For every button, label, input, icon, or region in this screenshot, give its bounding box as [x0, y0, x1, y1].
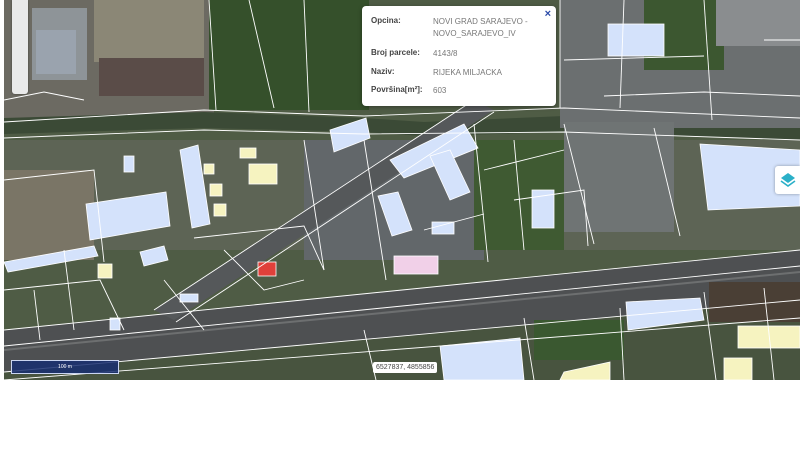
- open-lot: [94, 0, 204, 62]
- building[interactable]: [607, 23, 665, 57]
- coordinate-readout: 6527837, 4855856: [373, 362, 438, 373]
- building[interactable]: [209, 183, 223, 197]
- building[interactable]: [239, 147, 257, 159]
- popup-label: Površina[m²]:: [371, 85, 423, 94]
- vegetation-area: [209, 0, 369, 110]
- popup-row-broj-parcele: Broj parcele: 4143/8: [371, 48, 457, 60]
- commercial-block: [564, 122, 674, 232]
- building[interactable]: [723, 357, 753, 380]
- parking-lot: [716, 0, 800, 46]
- roof-panel: [36, 30, 76, 74]
- close-icon[interactable]: ×: [545, 8, 551, 20]
- layers-icon: [780, 173, 795, 187]
- scale-bar: 100 m: [11, 360, 119, 374]
- popup-value: NOVI GRAD SARAJEVO - NOVO_SARAJEVO_IV: [433, 17, 528, 38]
- brown-roof: [709, 282, 800, 322]
- building[interactable]: [179, 293, 199, 303]
- popup-value: 4143/8: [433, 49, 458, 58]
- dark-roof: [99, 58, 204, 96]
- building[interactable]: [123, 155, 135, 173]
- building[interactable]: [257, 261, 277, 277]
- building[interactable]: [109, 317, 121, 331]
- parcel-info-popup: × Opcina: NOVI GRAD SARAJEVO - NOVO_SARA…: [362, 6, 556, 106]
- popup-row-naziv: Naziv: RIJEKA MILJACKA: [371, 67, 502, 79]
- popup-row-povrsina: Površina[m²]: 603: [371, 85, 446, 97]
- popup-value: RIJEKA MILJACKA: [433, 68, 502, 77]
- scale-label: 100 m: [58, 364, 72, 370]
- building[interactable]: [393, 255, 439, 275]
- building[interactable]: [203, 163, 215, 175]
- popup-label: Broj parcele:: [371, 48, 420, 57]
- popup-value: 603: [433, 86, 447, 95]
- popup-row-opcina: Opcina: NOVI GRAD SARAJEVO - NOVO_SARAJE…: [371, 16, 543, 40]
- building[interactable]: [97, 263, 113, 279]
- building[interactable]: [248, 163, 278, 185]
- park-area: [534, 320, 624, 360]
- building[interactable]: [213, 203, 227, 217]
- popup-label: Opcina:: [371, 16, 401, 25]
- popup-label: Naziv:: [371, 67, 395, 76]
- bare-ground: [4, 170, 94, 260]
- side-panel-handle[interactable]: [12, 0, 28, 94]
- building[interactable]: [431, 221, 455, 235]
- layers-button[interactable]: [775, 166, 800, 194]
